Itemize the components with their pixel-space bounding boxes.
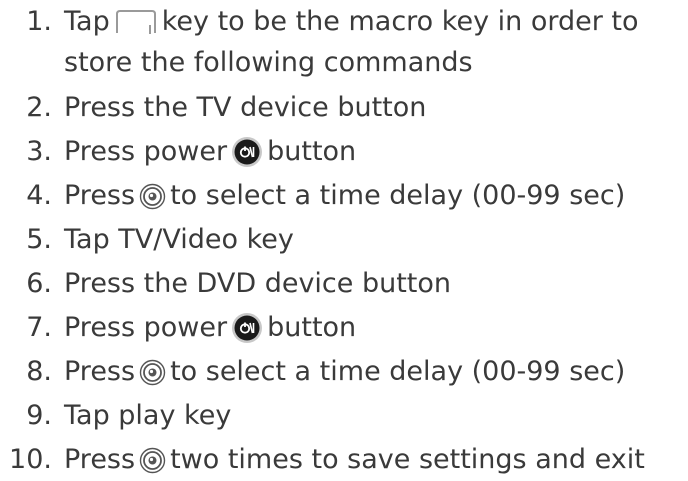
step-text-after: to select a time delay (00-99 sec) <box>170 180 626 211</box>
step-text-row: Tap play key <box>64 398 231 434</box>
step-text-row: Press the DVD device button <box>64 266 451 302</box>
power-button-icon <box>232 137 263 167</box>
step-number: 2. <box>26 92 52 123</box>
instruction-list: 1. Tap key to be the macro key in order … <box>0 0 688 481</box>
step-number: 8. <box>26 356 52 387</box>
step-text-before: Press power <box>64 136 228 167</box>
step-text-before: Press <box>64 444 136 475</box>
step-number: 10. <box>9 444 52 475</box>
step-number: 5. <box>26 224 52 255</box>
step-text: Press power button <box>64 310 356 346</box>
step-text-before: Press power <box>64 312 228 343</box>
step-text-before: Press <box>64 180 136 211</box>
step-text-after: two times to save settings and exit <box>170 444 645 475</box>
step-number: 6. <box>26 268 52 299</box>
step-text-after: button <box>267 312 357 343</box>
step-text: Tap TV/Video key <box>64 224 294 255</box>
step-text-after: button <box>267 136 357 167</box>
dial-icon <box>139 359 166 385</box>
step-text-continuation: store the following commands <box>64 47 473 78</box>
step-number: 3. <box>26 136 52 167</box>
step-text: Press to select a time delay (00-99 sec) <box>64 354 625 390</box>
step-text: Press power button <box>64 134 356 170</box>
dial-icon <box>139 447 166 473</box>
step-number: 1. <box>26 6 52 37</box>
step-number: 4. <box>26 180 52 211</box>
step-text-row: Tap TV/Video key <box>64 222 294 258</box>
step-text-row: Press the TV device button <box>64 90 426 126</box>
step-text: Press to select a time delay (00-99 sec) <box>64 178 625 214</box>
power-button-icon <box>232 313 263 343</box>
step-text: Tap key to be the macro key in order to <box>64 4 639 40</box>
step-text: Press the DVD device button <box>64 268 452 299</box>
step-text: Press the TV device button <box>64 92 427 123</box>
step-text-before: Tap <box>64 6 110 37</box>
step-number: 7. <box>26 312 52 343</box>
dial-icon <box>139 183 166 209</box>
step-text-after: key to be the macro key in order to <box>161 6 639 37</box>
step-text: Tap play key <box>64 400 232 431</box>
macro-key-icon <box>115 10 156 34</box>
step-number: 9. <box>26 400 52 431</box>
step-text-after: to select a time delay (00-99 sec) <box>170 356 626 387</box>
step-text-before: Press <box>64 356 136 387</box>
step-text: Press two times to save settings and exi… <box>64 442 645 478</box>
